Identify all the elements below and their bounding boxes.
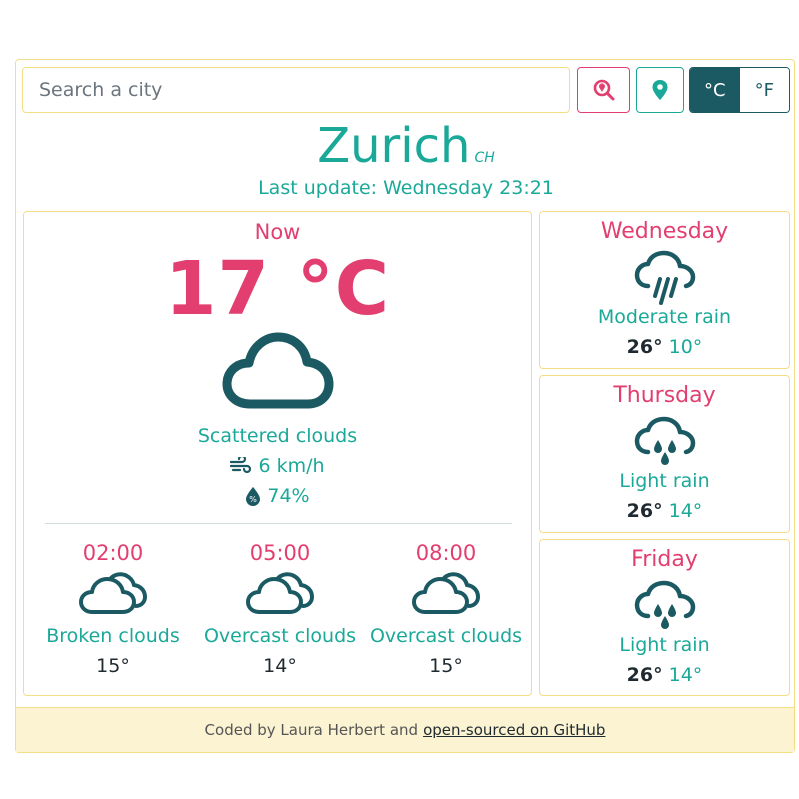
hour-description: Broken clouds <box>46 625 180 647</box>
daily-forecast-card: Thursday Light rain 26° 14° <box>539 375 790 533</box>
hourly-forecast-item: 05:00 Overcast clouds 14° <box>196 541 364 677</box>
last-update: Last update: Wednesday 23:21 <box>258 177 554 199</box>
city-name: Zurich <box>317 118 471 174</box>
day-name: Friday <box>631 547 698 572</box>
daily-forecast-card: Friday Light rain 26° 14° <box>539 539 790 696</box>
celsius-button[interactable]: °C <box>690 68 740 112</box>
hourly-forecast-item: 02:00 Broken clouds 15° <box>29 541 197 677</box>
heavy-rain-icon <box>634 250 695 305</box>
unit-toggle: °C °F <box>689 67 790 113</box>
day-min-temp: 14° <box>668 500 703 522</box>
hour-time: 05:00 <box>249 541 311 565</box>
day-temperatures: 26° 14° <box>540 500 789 522</box>
current-weather-icon-wrap <box>24 330 531 410</box>
weather-app-card: °C °F ZurichCH Last update: Wednesday 23… <box>15 59 795 753</box>
current-weather-panel: Now 17 °C Scattered clouds 6 km/h % 74% <box>23 211 532 696</box>
day-max-temp: 26° <box>626 664 663 686</box>
day-name: Wednesday <box>600 219 729 244</box>
footer-credit: Coded by Laura Herbert and <box>204 721 419 739</box>
search-location-icon <box>593 79 614 101</box>
wind-icon <box>230 457 252 474</box>
humidity-value: 74% <box>267 485 310 507</box>
hour-temperature: 15° <box>96 655 130 677</box>
broken-clouds-icon <box>79 572 147 614</box>
current-temperature: 17 °C <box>164 246 391 332</box>
day-min-temp: 10° <box>668 336 703 358</box>
hour-time: 08:00 <box>415 541 477 565</box>
hour-description: Overcast clouds <box>203 625 357 647</box>
hour-temperature: 15° <box>429 655 463 677</box>
current-description: Scattered clouds <box>197 425 358 447</box>
humidity-icon: % <box>246 487 261 506</box>
day-min-temp: 14° <box>668 664 703 686</box>
overcast-clouds-icon <box>246 572 314 614</box>
hour-description: Overcast clouds <box>369 625 523 647</box>
svg-text:%: % <box>250 495 258 504</box>
daily-forecast-card: Wednesday Moderate rain 26° 10° <box>539 211 790 369</box>
map-pin-icon <box>652 80 668 100</box>
humidity-row: % 74% <box>24 485 531 507</box>
cloud-icon <box>222 332 333 409</box>
search-button[interactable] <box>577 67 630 113</box>
hourly-forecast-item: 08:00 Overcast clouds 15° <box>362 541 530 677</box>
day-name: Thursday <box>613 383 716 408</box>
now-label: Now <box>254 220 301 244</box>
day-description: Light rain <box>619 634 710 656</box>
current-location-button[interactable] <box>636 67 684 113</box>
day-temperatures: 26° 14° <box>540 664 789 686</box>
city-heading: Zurich CH <box>16 118 796 174</box>
fahrenheit-button[interactable]: °F <box>739 68 789 112</box>
day-max-temp: 26° <box>626 500 663 522</box>
divider <box>45 523 512 524</box>
day-temperatures: 26° 10° <box>540 336 789 358</box>
light-rain-icon <box>634 416 695 465</box>
search-input[interactable] <box>22 67 570 113</box>
country-code: CH <box>474 150 495 166</box>
day-description: Moderate rain <box>597 306 732 328</box>
hour-time: 02:00 <box>82 541 144 565</box>
overcast-clouds-icon <box>412 572 480 614</box>
wind-speed-row: 6 km/h <box>24 455 531 477</box>
light-rain-icon <box>634 580 695 629</box>
hour-temperature: 14° <box>263 655 297 677</box>
wind-speed-value: 6 km/h <box>258 455 325 477</box>
day-description: Light rain <box>619 470 710 492</box>
footer: Coded by Laura Herbert and open-sourced … <box>16 707 794 752</box>
github-link[interactable]: open-sourced on GitHub <box>423 721 605 739</box>
day-max-temp: 26° <box>626 336 663 358</box>
